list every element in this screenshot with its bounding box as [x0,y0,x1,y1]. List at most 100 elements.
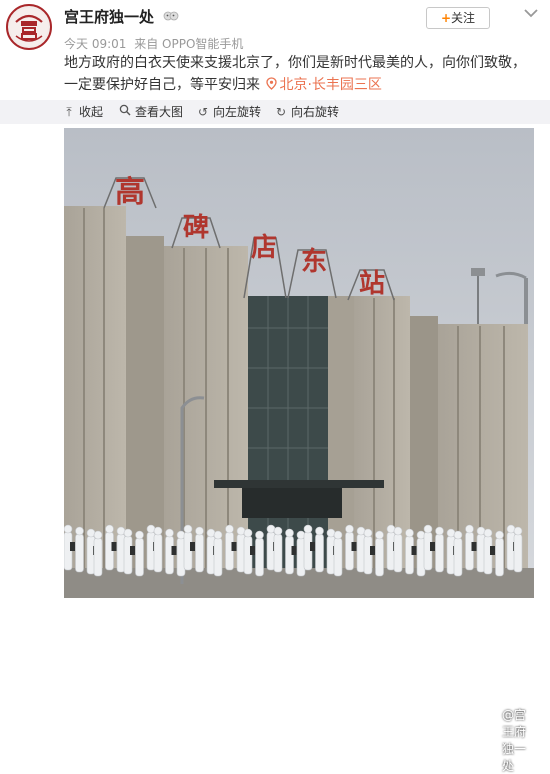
person-head [345,524,354,534]
person-head [303,524,313,534]
person-figure [513,533,523,573]
person-head [483,528,493,538]
person-figure [435,533,444,573]
view-large-button[interactable]: 查看大图 [118,100,183,124]
sign-char: 高 [115,175,145,210]
person-head [255,530,264,540]
person-head [153,526,163,536]
person-bag [291,546,297,555]
post-header: 宫王府独一处 今天 09:01 来自 OPPO智能手机 +关注 地方政府的白衣天… [0,0,550,100]
person-head [513,526,523,536]
person-head [435,526,444,536]
person-head [363,528,373,538]
sign-char: 店 [251,233,277,263]
person-figure [153,533,163,573]
more-button[interactable] [520,4,542,22]
person-figure [255,537,264,577]
collapse-button[interactable]: ⤒ 收起 [62,100,103,124]
post-source: 来自 OPPO智能手机 [134,37,244,51]
person-head [453,530,463,540]
person-figure [495,537,504,577]
person-head [93,530,103,540]
person-bag [351,542,357,551]
person-head [393,526,403,536]
person-head [495,530,504,540]
person-head [405,528,414,538]
person-head [273,526,283,536]
rotate-right-icon: ↻ [275,105,287,119]
rotate-left-label: 向左旋转 [213,105,262,119]
image-toolbar: ⤒ 收起 查看大图 ↺ 向左旋转 ↻ 向右旋转 [0,100,550,124]
person-head [333,530,343,540]
person-head [105,524,114,534]
avatar[interactable] [6,4,52,50]
rotate-left-button[interactable]: ↺ 向左旋转 [196,100,261,124]
person-bag [190,542,195,551]
person-head [123,528,133,538]
rotate-right-label: 向右旋转 [291,105,340,119]
person-bag [471,542,477,551]
person-bag [231,542,237,551]
ghost-emoji-icon [163,11,179,21]
person-figure [195,533,204,573]
person-figure [315,533,324,573]
person-figure [393,533,403,573]
author-name[interactable]: 宫王府独一处 [64,6,179,27]
magnifier-icon [118,100,132,124]
person-head [423,524,433,534]
person-bag [111,542,117,551]
photo-watermark: @宫王府独一处 [502,708,527,773]
person-bag [490,546,495,555]
post-photo[interactable]: 高 碑 店 东 站 @宫王府独一处 [63,128,534,773]
location-pin-icon [266,77,278,90]
person-head [75,526,84,536]
sign-char: 站 [359,269,385,299]
sign-char: 碑 [183,213,209,243]
person-bag [171,546,177,555]
person-figure [333,537,343,577]
person-head [183,524,193,534]
person-head [465,524,474,534]
location-link[interactable]: 北京·长丰园三区 [264,77,382,93]
person-figure [135,537,144,577]
avatar-logo-icon [10,8,48,46]
person-head [243,528,253,538]
person-bag [430,542,435,551]
location-text[interactable]: 北京·长丰园三区 [279,77,381,93]
post-content: 地方政府的白衣天使来支援北京了，你们是新时代最美的人，向你们致敬，一定要保护好自… [64,52,534,96]
author-name-text[interactable]: 宫王府独一处 [64,8,154,26]
person-head [165,528,174,538]
person-figure [273,533,283,573]
person-head [375,530,384,540]
person-head [285,528,294,538]
person-head [135,530,144,540]
collapse-label: 收起 [79,105,104,119]
follow-label: 关注 [451,11,476,25]
person-head [225,524,234,534]
follow-button[interactable]: +关注 [426,7,490,29]
person-figure [375,537,384,577]
station-photo: 高 碑 店 东 站 [63,128,534,598]
post-time[interactable]: 今天 09:01 [64,37,126,51]
person-bag [411,546,417,555]
person-figure [75,533,84,573]
person-bag [70,542,75,551]
view-large-label: 查看大图 [135,105,184,119]
person-head [315,526,324,536]
person-bag [370,546,375,555]
chevron-down-icon [524,9,538,18]
rotate-left-icon: ↺ [197,105,209,119]
collapse-icon: ⤒ [66,105,72,119]
person-bag [250,546,255,555]
person-bag [130,546,135,555]
person-figure [93,537,103,577]
person-head [213,530,223,540]
sign-char: 东 [301,246,327,277]
person-head [63,524,73,534]
person-figure [453,537,463,577]
plus-icon: + [440,11,452,25]
post-meta: 今天 09:01 来自 OPPO智能手机 [64,35,243,52]
person-head [195,526,204,536]
rotate-right-button[interactable]: ↻ 向右旋转 [274,100,339,124]
person-figure [213,537,223,577]
